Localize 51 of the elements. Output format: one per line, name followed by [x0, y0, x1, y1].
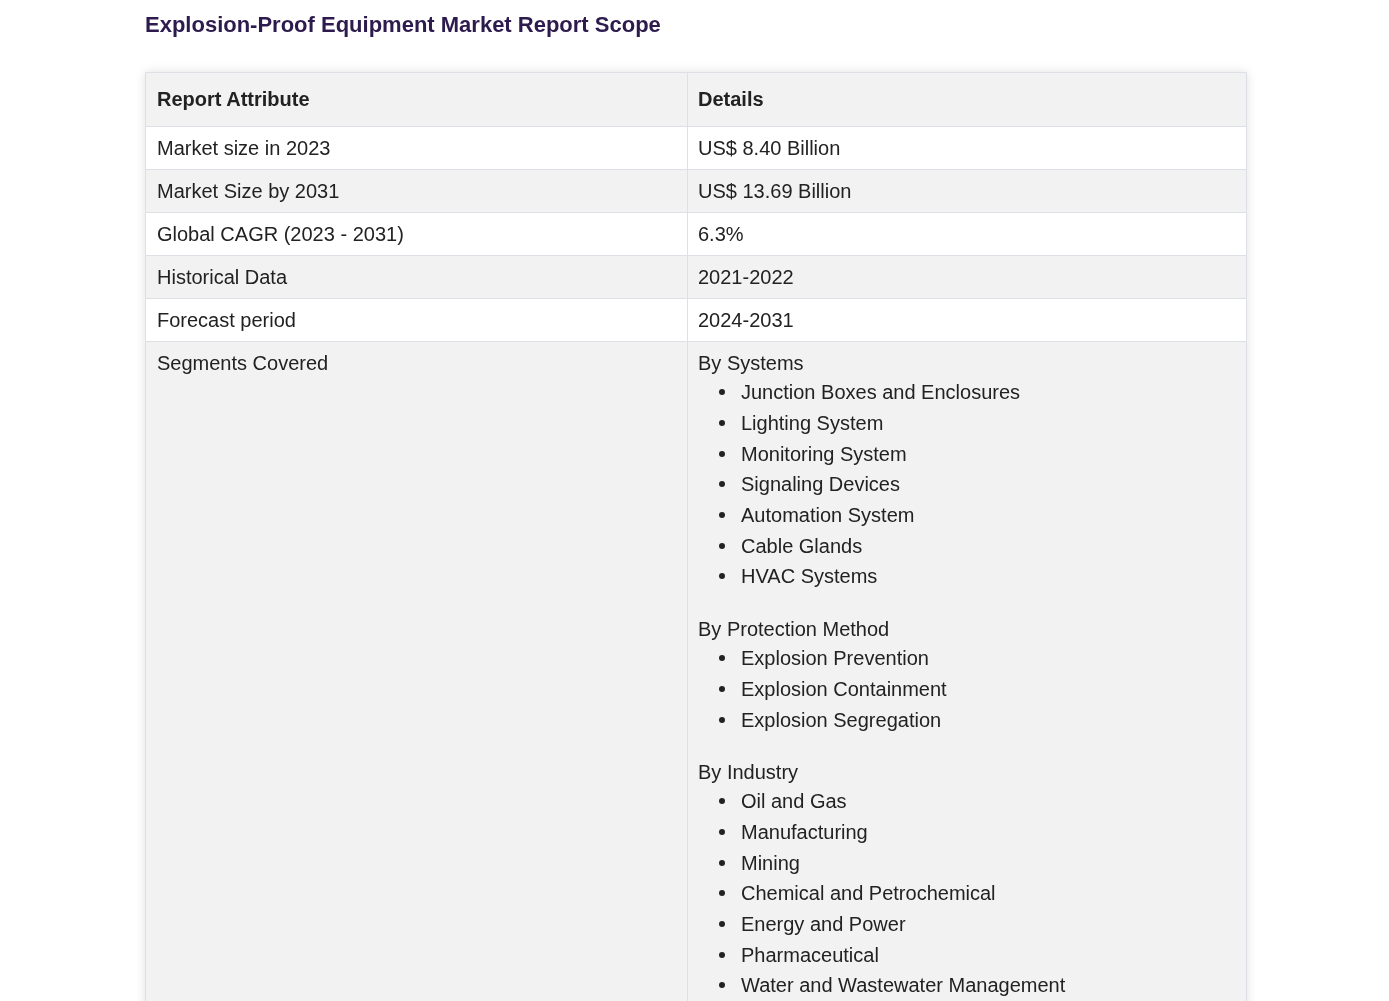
segment-heading: By Industry	[698, 759, 799, 785]
bullet-icon	[719, 481, 725, 488]
bullet-icon	[719, 859, 725, 866]
table-cell: Global CAGR (2023 - 2031)	[146, 213, 688, 256]
table-cell: 6.3%	[688, 213, 1246, 256]
segment-item: Lighting System	[741, 411, 884, 437]
segment-item: Oil and Gas	[741, 789, 847, 815]
bullet-icon	[719, 450, 725, 457]
report-heading: Explosion-Proof Equipment Market Report Scope	[145, 11, 661, 39]
column-header: Details	[688, 73, 1246, 127]
bullet-icon	[719, 828, 725, 835]
segment-item: Energy and Power	[741, 911, 906, 937]
bullet-icon	[719, 890, 725, 897]
segment-item: Explosion Containment	[741, 676, 947, 702]
table-cell: Market Size by 2031	[146, 170, 688, 213]
bullet-icon	[719, 542, 725, 549]
segment-item: Signaling Devices	[741, 472, 900, 498]
bullet-icon	[719, 920, 725, 927]
segment-item: HVAC Systems	[741, 564, 878, 590]
segment-item: Water and Wastewater Management	[741, 973, 1066, 999]
table-cell: Historical Data	[146, 256, 688, 299]
table-cell: 2021-2022	[688, 256, 1246, 299]
column-header: Report Attribute	[146, 73, 688, 127]
bullet-icon	[719, 655, 725, 662]
bullet-icon	[719, 420, 725, 427]
bullet-icon	[719, 573, 725, 580]
segment-item: Cable Glands	[741, 533, 863, 559]
table-cell: US$ 8.40 Billion	[688, 127, 1246, 170]
table-cell: Forecast period	[146, 299, 688, 342]
bullet-icon	[719, 951, 725, 958]
segment-item: Explosion Segregation	[741, 707, 942, 733]
bullet-icon	[719, 512, 725, 519]
bullet-icon	[719, 389, 725, 396]
table-cell: Segments Covered	[146, 342, 688, 1001]
bullet-icon	[719, 716, 725, 723]
bullet-icon	[719, 798, 725, 805]
segment-item: Monitoring System	[741, 441, 907, 467]
table-cell: 2024-2031	[688, 299, 1246, 342]
segment-item: Mining	[741, 850, 800, 876]
segment-item: Manufacturing	[741, 819, 868, 845]
segment-item: Chemical and Petrochemical	[741, 881, 996, 907]
segment-heading: By Protection Method	[698, 616, 890, 642]
segment-item: Junction Boxes and Enclosures	[741, 380, 1021, 406]
segment-item: Automation System	[741, 503, 915, 529]
bullet-icon	[719, 982, 725, 989]
table-cell: Market size in 2023	[146, 127, 688, 170]
segment-item: Pharmaceutical	[741, 942, 879, 968]
segment-heading: By Systems	[698, 351, 804, 376]
table-cell: US$ 13.69 Billion	[688, 170, 1246, 213]
bullet-icon	[719, 685, 725, 692]
segment-item: Explosion Prevention	[741, 646, 929, 672]
